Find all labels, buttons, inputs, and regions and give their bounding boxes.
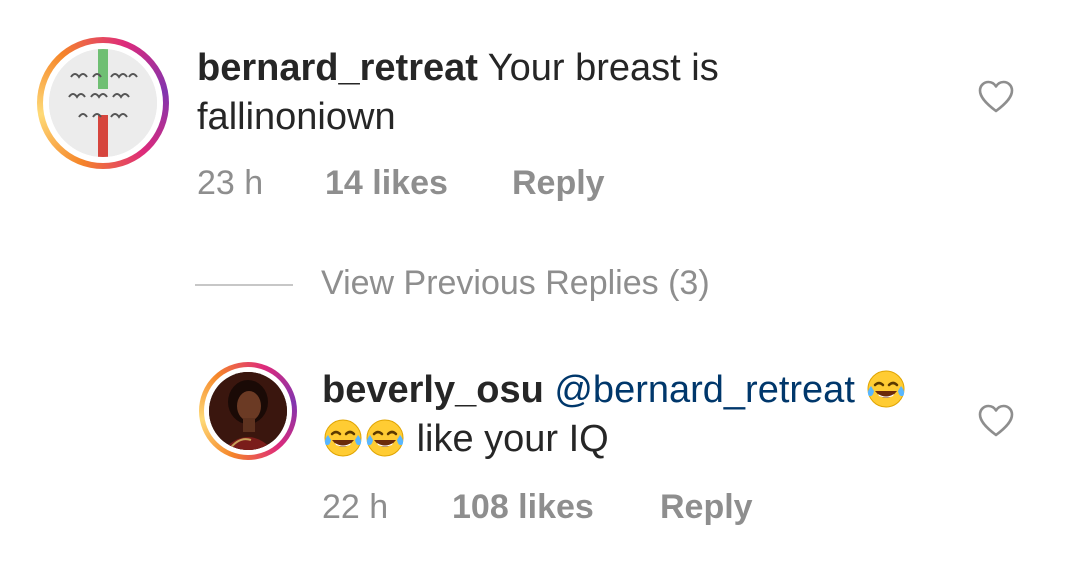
avatar-image: [209, 372, 287, 450]
face-with-tears-of-joy-icon: [867, 370, 905, 408]
comment-username[interactable]: bernard_retreat: [197, 47, 478, 89]
comment-mention[interactable]: @bernard_retreat: [554, 369, 855, 411]
comment-time: 22 h: [322, 488, 389, 526]
reply-button[interactable]: Reply: [512, 164, 605, 203]
heart-icon[interactable]: [978, 80, 1014, 114]
comment-username[interactable]: beverly_osu: [322, 369, 544, 411]
divider-line: [195, 284, 293, 286]
comment-text: like your IQ: [416, 418, 609, 460]
view-previous-replies-label[interactable]: View Previous Replies (3): [321, 264, 710, 303]
face-with-tears-of-joy-icon: [324, 419, 362, 457]
comment-likes[interactable]: 14 likes: [325, 164, 448, 203]
comment-body: bernard_retreat Your breast is fallinoni…: [197, 44, 897, 142]
heart-icon[interactable]: [978, 404, 1014, 438]
reply-button[interactable]: Reply: [660, 488, 753, 527]
comment-likes[interactable]: 108 likes: [452, 488, 594, 527]
comment-body: beverly_osu @bernard_retreat like your I…: [322, 366, 962, 464]
sign-language-hands-icon: [49, 49, 157, 157]
avatar-bernard-retreat[interactable]: [37, 37, 169, 169]
avatar-beverly-osu[interactable]: [199, 362, 297, 460]
woman-portrait-icon: [209, 372, 287, 450]
face-with-tears-of-joy-icon: [366, 419, 404, 457]
comment-time: 23 h: [197, 164, 264, 202]
avatar-image: [49, 49, 157, 157]
